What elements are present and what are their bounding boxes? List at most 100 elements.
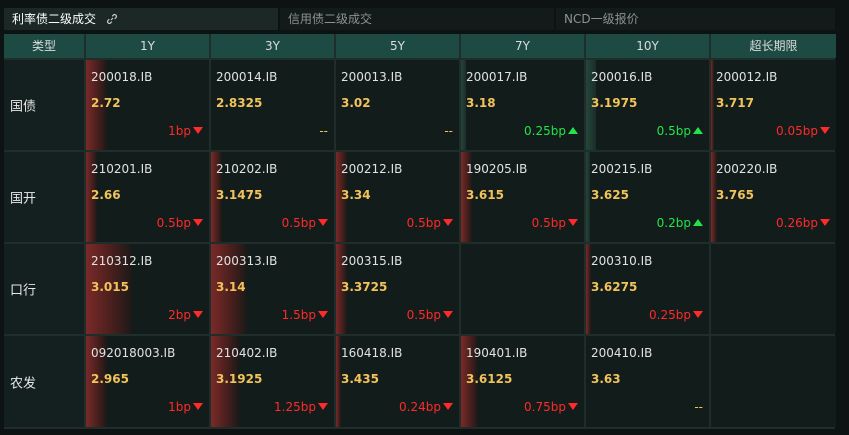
header-tenor[interactable]: 1Y xyxy=(86,34,209,58)
row-type-label: 口行 xyxy=(4,244,84,334)
triangle-up-icon xyxy=(693,127,703,134)
bond-code: 200014.IB xyxy=(216,70,278,84)
yield-change: 0.5bp xyxy=(657,124,703,138)
triangle-down-icon xyxy=(443,403,453,410)
bond-yield: 3.63 xyxy=(591,372,621,386)
triangle-down-icon xyxy=(443,219,453,226)
bond-code: 092018003.IB xyxy=(91,346,176,360)
bond-cell xyxy=(711,244,836,334)
yield-change: 1bp xyxy=(168,400,203,414)
bond-cell[interactable]: 200018.IB 2.72 1bp xyxy=(86,60,209,150)
rate-bond-table: 类型 1Y 3Y 5Y 7Y 10Y 超长期限 国债 200018.IB 2.72 1bp 20001… xyxy=(4,34,836,429)
bond-code: 200212.IB xyxy=(341,162,403,176)
bond-cell[interactable]: 200012.IB 3.717 0.05bp xyxy=(711,60,836,150)
bond-cell[interactable]: 210312.IB 3.015 2bp xyxy=(86,244,209,334)
bond-code: 200310.IB xyxy=(591,254,653,268)
bond-cell[interactable]: 200310.IB 3.6275 0.25bp xyxy=(586,244,709,334)
bond-cell[interactable]: 200013.IB 3.02 -- xyxy=(336,60,459,150)
bond-cell[interactable]: 200315.IB 3.3725 0.5bp xyxy=(336,244,459,334)
yield-change: -- xyxy=(319,124,328,138)
bond-cell[interactable]: 200220.IB 3.765 0.26bp xyxy=(711,152,836,242)
bond-code: 210202.IB xyxy=(216,162,278,176)
bond-yield: 3.717 xyxy=(716,96,754,110)
yield-change-text: 0.25bp xyxy=(649,308,691,322)
bond-yield: 2.8325 xyxy=(216,96,263,110)
yield-change: -- xyxy=(444,124,453,138)
triangle-down-icon xyxy=(568,403,578,410)
bond-cell[interactable]: 200016.IB 3.1975 0.5bp xyxy=(586,60,709,150)
bond-cell[interactable]: 190205.IB 3.615 0.5bp xyxy=(461,152,584,242)
yield-change-text: 1bp xyxy=(168,400,191,414)
tab-credit-bond-secondary[interactable]: 信用债二级成交 xyxy=(280,8,556,30)
yield-change-text: 2bp xyxy=(168,308,191,322)
bond-cell[interactable]: 200017.IB 3.18 0.25bp xyxy=(461,60,584,150)
yield-change-text: 1.25bp xyxy=(274,400,316,414)
yield-change-text: 0.26bp xyxy=(776,216,818,230)
yield-change: -- xyxy=(694,400,703,414)
bond-code: 200315.IB xyxy=(341,254,403,268)
bond-cell[interactable]: 092018003.IB 2.965 1bp xyxy=(86,336,209,427)
bond-code: 210312.IB xyxy=(91,254,153,268)
yield-change-text: 0.25bp xyxy=(524,124,566,138)
type-text: 口行 xyxy=(10,283,37,299)
header-tenor[interactable]: 3Y xyxy=(211,34,334,58)
triangle-down-icon xyxy=(193,403,203,410)
yield-change: 0.2bp xyxy=(657,216,703,230)
bond-code: 200012.IB xyxy=(716,70,778,84)
header-type[interactable]: 类型 xyxy=(4,34,84,58)
bond-cell[interactable]: 210202.IB 3.1475 0.5bp xyxy=(211,152,334,242)
row-type-label: 农发 xyxy=(4,336,84,427)
tab-ncd-primary-quote[interactable]: NCD一级报价 xyxy=(556,8,835,30)
bond-cell[interactable]: 210201.IB 2.66 0.5bp xyxy=(86,152,209,242)
yield-change: 0.25bp xyxy=(524,124,578,138)
bond-code: 200013.IB xyxy=(341,70,403,84)
yield-change: 0.5bp xyxy=(407,308,453,322)
bond-cell[interactable]: 200014.IB 2.8325 -- xyxy=(211,60,334,150)
change-magnitude-bar xyxy=(586,152,590,242)
yield-change-text: 0.2bp xyxy=(656,216,691,230)
bond-cell[interactable]: 190401.IB 3.6125 0.75bp xyxy=(461,336,584,427)
page-edge xyxy=(840,0,849,435)
yield-change: 1.25bp xyxy=(274,400,328,414)
bond-yield: 3.765 xyxy=(716,188,754,202)
bond-code: 200215.IB xyxy=(591,162,653,176)
tab-rate-bond-secondary[interactable]: 利率债二级成交 xyxy=(4,8,280,30)
yield-change: 1.5bp xyxy=(282,308,328,322)
yield-change: 0.24bp xyxy=(399,400,453,414)
bond-yield: 2.72 xyxy=(91,96,121,110)
bond-yield: 3.1975 xyxy=(591,96,638,110)
header-tenor[interactable]: 7Y xyxy=(461,34,584,58)
bond-cell[interactable]: 200212.IB 3.34 0.5bp xyxy=(336,152,459,242)
triangle-down-icon xyxy=(318,403,328,410)
bond-cell[interactable]: 200410.IB 3.63 -- xyxy=(586,336,709,427)
bond-cell xyxy=(711,336,836,427)
yield-change-text: 0.5bp xyxy=(656,124,691,138)
bond-code: 200016.IB xyxy=(591,70,653,84)
yield-change-text: 0.5bp xyxy=(156,216,191,230)
row-type-label: 国开 xyxy=(4,152,84,242)
bond-cell[interactable]: 200313.IB 3.14 1.5bp xyxy=(211,244,334,334)
bond-yield: 3.435 xyxy=(341,372,379,386)
tab-label: 信用债二级成交 xyxy=(288,12,373,26)
yield-change: 0.75bp xyxy=(524,400,578,414)
yield-change: 0.5bp xyxy=(282,216,328,230)
triangle-down-icon xyxy=(568,219,578,226)
bond-cell[interactable]: 200215.IB 3.625 0.2bp xyxy=(586,152,709,242)
bond-yield: 3.14 xyxy=(216,280,246,294)
link-icon[interactable] xyxy=(106,13,118,25)
yield-change: 0.05bp xyxy=(776,124,830,138)
bond-cell[interactable]: 160418.IB 3.435 0.24bp xyxy=(336,336,459,427)
yield-change-text: 0.5bp xyxy=(281,216,316,230)
yield-change: 0.5bp xyxy=(157,216,203,230)
bond-cell[interactable]: 210402.IB 3.1925 1.25bp xyxy=(211,336,334,427)
header-tenor[interactable]: 10Y xyxy=(586,34,709,58)
header-tenor[interactable]: 超长期限 xyxy=(711,34,836,58)
yield-change: 0.5bp xyxy=(532,216,578,230)
type-text: 农发 xyxy=(10,376,37,391)
header-tenor[interactable]: 5Y xyxy=(336,34,459,58)
bond-code: 200018.IB xyxy=(91,70,153,84)
yield-change-text: 0.24bp xyxy=(399,400,441,414)
triangle-down-icon xyxy=(820,127,830,134)
yield-change-text: -- xyxy=(319,124,328,138)
triangle-down-icon xyxy=(820,219,830,226)
